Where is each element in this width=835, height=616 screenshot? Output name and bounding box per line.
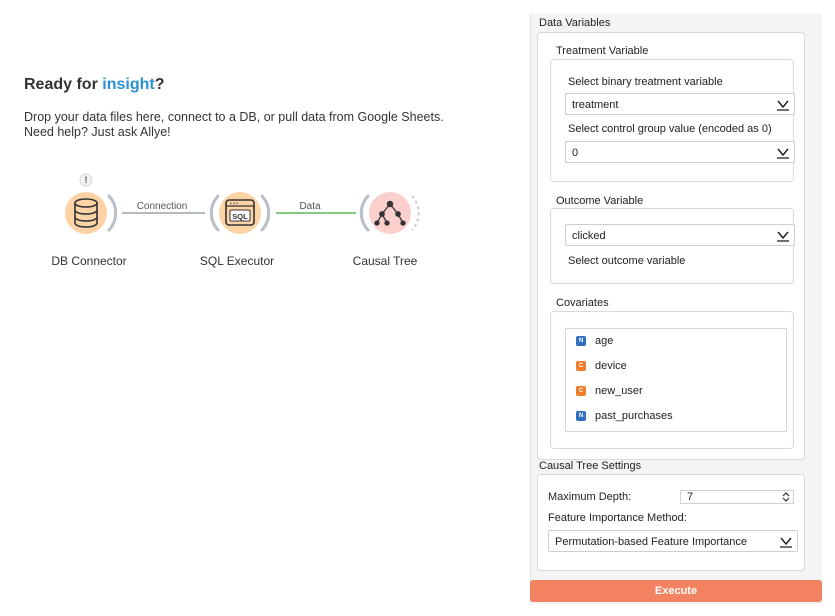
headline-suffix: ? xyxy=(154,76,165,93)
chevron-down-icon xyxy=(777,148,789,159)
svg-text:SQL: SQL xyxy=(232,212,248,221)
db-connector-label: DB Connector xyxy=(51,254,127,268)
categorical-icon: C xyxy=(576,386,586,396)
headline-accent: insight xyxy=(102,76,155,93)
svg-text:• • •: • • • xyxy=(230,201,238,207)
output-port-arc[interactable] xyxy=(260,194,271,232)
causal-tree-settings-title: Causal Tree Settings xyxy=(539,460,642,472)
node-causal-tree[interactable] xyxy=(359,192,420,234)
list-item[interactable]: C new_user xyxy=(566,380,786,404)
data-variables-box: Treatment Variable Select binary treatme… xyxy=(537,32,805,460)
data-link-label: Data xyxy=(299,201,321,212)
outcome-select-label: Select outcome variable xyxy=(568,255,686,267)
causal-tree-node-circle xyxy=(369,192,411,234)
control-value-label: Select control group value (encoded as 0… xyxy=(568,123,772,135)
importance-method-value: Permutation-based Feature Importance xyxy=(555,536,747,548)
data-variables-title: Data Variables xyxy=(539,17,611,29)
treatment-variable-box: Select binary treatment variable treatme… xyxy=(550,59,795,182)
max-depth-label: Maximum Depth: xyxy=(548,491,632,503)
settings-panel: Data Variables Treatment Variable Select… xyxy=(530,14,822,604)
welcome-headline: Ready for insight? xyxy=(24,76,164,94)
warning-icon: ! xyxy=(85,175,88,185)
intro-line-1: Drop your data files here, connect to a … xyxy=(24,110,444,124)
importance-method-label: Feature Importance Method: xyxy=(548,512,687,524)
covariate-name: past_purchases xyxy=(595,410,673,422)
sql-executor-label: SQL Executor xyxy=(199,254,275,268)
control-value-select[interactable]: 0 xyxy=(565,141,795,163)
list-item[interactable]: C device xyxy=(566,355,786,379)
node-sql-executor[interactable]: • • • SQL xyxy=(209,192,271,234)
intro-line-2: Need help? Just ask Allye! xyxy=(24,125,171,139)
chevron-down-icon xyxy=(777,100,789,111)
outcome-variable-box: clicked Select outcome variable xyxy=(550,208,795,284)
causal-tree-settings-box: Maximum Depth: 7 Feature Importance Meth… xyxy=(537,474,805,571)
treatment-select-value: treatment xyxy=(572,99,619,111)
input-port-arc[interactable] xyxy=(359,194,370,232)
spinner-arrows-icon[interactable] xyxy=(781,491,791,503)
categorical-icon: C xyxy=(576,361,586,371)
treatment-select[interactable]: treatment xyxy=(565,93,795,115)
covariates-box: N age C device C new_user N past_purchas… xyxy=(550,311,794,449)
output-port-arc[interactable] xyxy=(411,195,420,231)
covariates-list[interactable]: N age C device C new_user N past_purchas… xyxy=(565,328,787,432)
numeric-icon: N xyxy=(576,411,586,421)
node-db-connector[interactable]: ! xyxy=(65,173,118,234)
list-item[interactable]: N age xyxy=(566,330,786,354)
input-port-arc[interactable] xyxy=(209,194,220,232)
numeric-icon: N xyxy=(576,336,586,346)
outcome-variable-title: Outcome Variable xyxy=(556,195,644,207)
headline-text: Ready for xyxy=(24,76,103,93)
covariate-name: device xyxy=(595,360,627,372)
covariate-name: new_user xyxy=(595,385,643,397)
execute-button[interactable]: Execute xyxy=(530,580,822,602)
max-depth-spinbox[interactable]: 7 xyxy=(680,490,794,504)
importance-method-select[interactable]: Permutation-based Feature Importance xyxy=(548,530,798,552)
output-port-arc[interactable] xyxy=(107,194,118,232)
intro-text: Drop your data files here, connect to a … xyxy=(24,110,504,140)
chevron-down-icon xyxy=(777,231,789,242)
list-item[interactable]: N past_purchases xyxy=(566,405,786,429)
outcome-select-value: clicked xyxy=(572,230,606,242)
treatment-select-label: Select binary treatment variable xyxy=(568,76,723,88)
covariates-title: Covariates xyxy=(556,297,609,309)
max-depth-value: 7 xyxy=(687,491,694,503)
covariate-name: age xyxy=(595,335,614,347)
chevron-down-icon xyxy=(780,537,792,548)
outcome-select[interactable]: clicked xyxy=(565,224,795,246)
connection-link-label: Connection xyxy=(136,201,188,212)
treatment-variable-title: Treatment Variable xyxy=(556,45,649,57)
workflow-canvas: ! • • • SQL Connection Data DB Connector… xyxy=(40,170,460,280)
control-value-select-value: 0 xyxy=(572,147,579,159)
causal-tree-label: Causal Tree xyxy=(352,254,418,268)
